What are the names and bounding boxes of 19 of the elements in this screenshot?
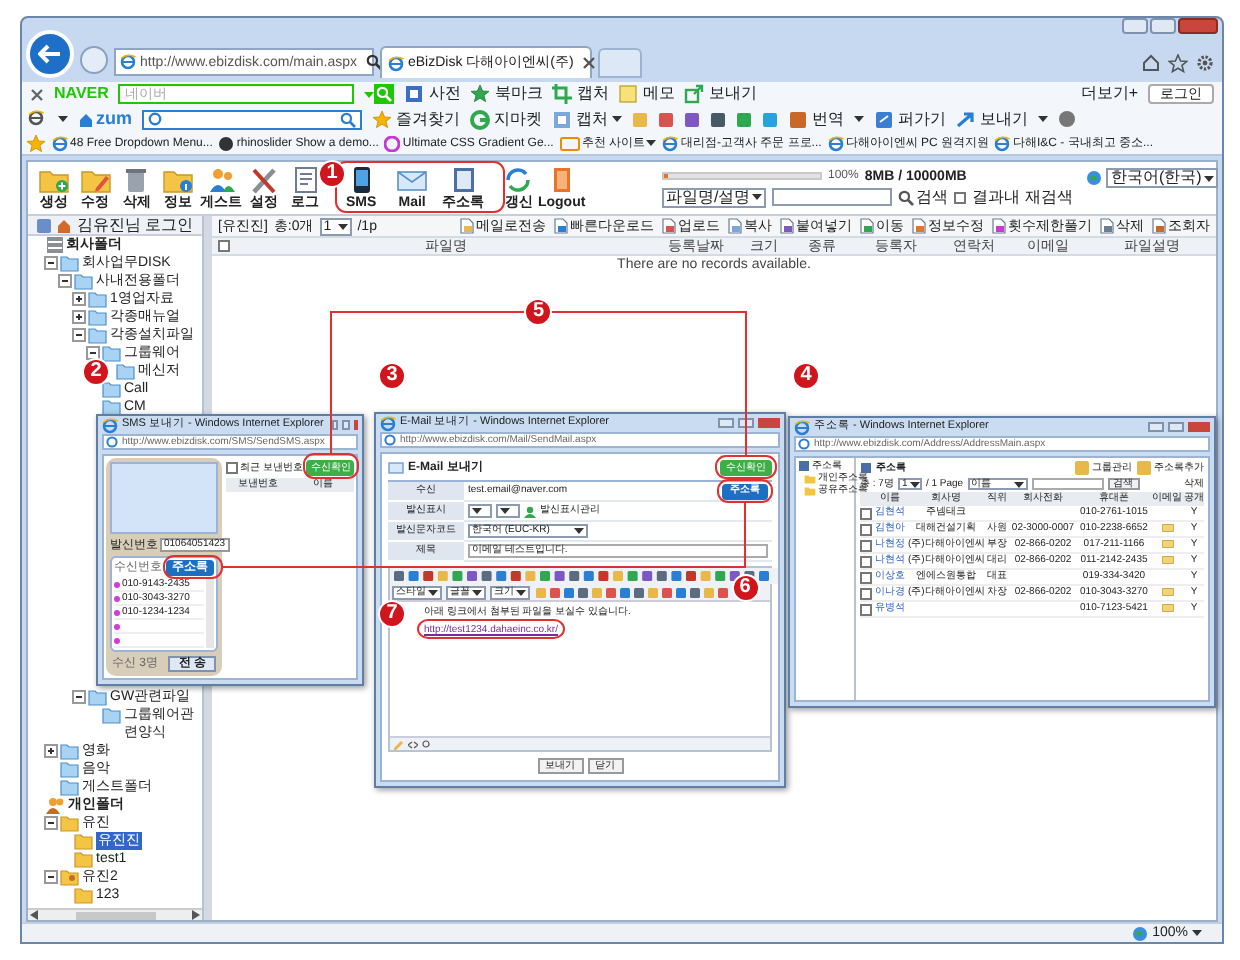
dropdown[interactable]: 파일명/설명 [662, 187, 767, 207]
toolbar-button[interactable]: 캡처 [552, 84, 609, 104]
toolbar-button[interactable]: 보내기 [956, 109, 1028, 129]
toolbar-button[interactable]: 즐겨찾기 [372, 109, 460, 129]
toolbar-button[interactable]: 캡처 [552, 109, 622, 129]
login-text: 김유진님 로그인 [76, 217, 194, 233]
toolbar-button[interactable]: 보내기 [684, 84, 757, 104]
toolbar-button[interactable]: 메모 [618, 84, 675, 104]
toolbar-button[interactable]: 지마켓 [470, 109, 542, 129]
search-button[interactable]: 검색 [898, 189, 949, 205]
checkbox-label: 결과내 재검색 [972, 189, 1073, 205]
toolbar-button[interactable]: 북마크 [470, 84, 543, 104]
toolbar-button[interactable]: 번역 [788, 109, 844, 129]
toolbar-button[interactable]: 사전 [404, 84, 461, 104]
zum-logo: zum [78, 110, 132, 128]
naver-logo: NAVER [54, 86, 109, 102]
dropdown[interactable]: 한국어(한국) [1106, 168, 1218, 188]
toolbar-button[interactable]: 퍼가기 [874, 109, 946, 129]
more-button[interactable]: 더보기+ [1080, 86, 1138, 102]
